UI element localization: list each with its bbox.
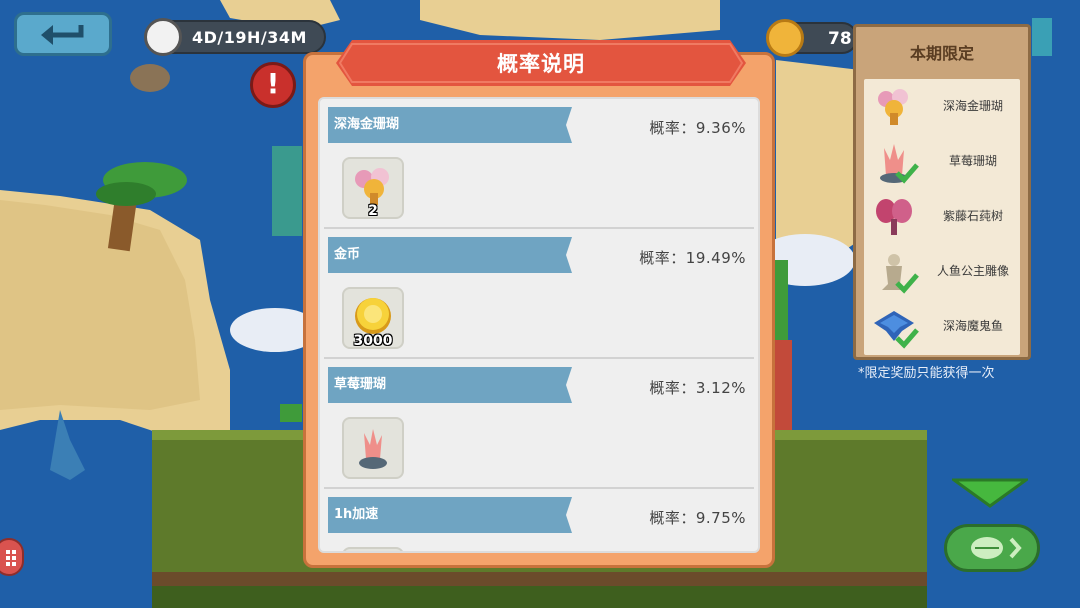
- dialog-title: 概率说明: [497, 52, 585, 76]
- timer-text: 4D/19H/34M: [192, 28, 307, 47]
- alert-icon[interactable]: !: [250, 62, 296, 108]
- limited-item-name: 人鱼公主雕像: [936, 264, 1009, 278]
- event-timer: 4D/19H/34M: [144, 18, 326, 56]
- limited-item[interactable]: 深海魔鬼鱼: [864, 299, 1020, 354]
- row-banner: [328, 237, 572, 273]
- item-name: 草莓珊瑚: [334, 377, 387, 392]
- item-probability: 概率：3.12%: [649, 379, 746, 397]
- item-name: 1h加速: [334, 507, 379, 522]
- item-probability: 概率：9.75%: [649, 509, 746, 527]
- item-probability: 概率：9.36%: [649, 119, 746, 137]
- probability-dialog: 深海金珊瑚 概率：9.36% 2 金币 概率：19.49% 3000 草莓珊瑚 …: [303, 52, 775, 568]
- limited-item-name: 草莓珊瑚: [948, 154, 997, 168]
- list-item: 1h加速 概率：9.75%: [320, 489, 758, 553]
- purple-tree-icon: [876, 199, 912, 235]
- strawberry-coral-icon: [359, 429, 387, 469]
- clock-icon: [144, 18, 182, 56]
- item-tile[interactable]: 2: [342, 157, 404, 219]
- back-button[interactable]: [14, 12, 112, 56]
- back-arrow-icon: [41, 25, 84, 45]
- leaf-icon: [971, 537, 1022, 559]
- item-tile[interactable]: [342, 417, 404, 479]
- limited-item[interactable]: 草莓珊瑚: [864, 134, 1020, 189]
- item-name: 深海金珊瑚: [334, 117, 400, 132]
- limited-item-name: 深海魔鬼鱼: [942, 319, 1003, 333]
- limited-item-name: 紫藤石莼树: [942, 209, 1003, 223]
- item-tile[interactable]: [342, 547, 404, 553]
- probability-list[interactable]: 深海金珊瑚 概率：9.36% 2 金币 概率：19.49% 3000 草莓珊瑚 …: [318, 97, 760, 553]
- check-icon: [895, 328, 919, 349]
- check-icon: [895, 273, 919, 294]
- grid-menu-button[interactable]: [0, 538, 24, 576]
- list-item: 草莓珊瑚 概率：3.12%: [320, 359, 758, 489]
- coin-icon: [766, 19, 804, 57]
- limited-item[interactable]: 人鱼公主雕像: [864, 244, 1020, 299]
- limited-title: 本期限定: [909, 44, 974, 63]
- item-quantity: 3000: [353, 333, 393, 349]
- item-quantity: 2: [368, 203, 378, 219]
- limited-item[interactable]: 深海金珊瑚: [864, 79, 1020, 134]
- speedup-icon: [344, 549, 402, 553]
- limited-item-name: 深海金珊瑚: [942, 99, 1003, 113]
- limited-rewards-panel: 本期限定 深海金珊瑚 草莓珊瑚 紫藤石莼树 人鱼公主雕像 深海魔鬼鱼: [853, 24, 1031, 360]
- gold-coral-icon: [878, 89, 908, 125]
- limited-list: 深海金珊瑚 草莓珊瑚 紫藤石莼树 人鱼公主雕像 深海魔鬼鱼: [864, 79, 1020, 355]
- grid-icon: [6, 550, 16, 566]
- leaf-button[interactable]: [944, 524, 1040, 572]
- item-name: 金币: [334, 247, 361, 262]
- limited-note: *限定奖励只能获得一次: [858, 366, 995, 381]
- item-tile[interactable]: 3000: [342, 287, 404, 349]
- list-item: 深海金珊瑚 概率：9.36% 2: [320, 99, 758, 229]
- coin-count: 78: [828, 29, 852, 49]
- item-probability: 概率：19.49%: [639, 249, 746, 267]
- list-item: 金币 概率：19.49% 3000: [320, 229, 758, 359]
- limited-item[interactable]: 紫藤石莼树: [864, 189, 1020, 244]
- chevron-down-icon[interactable]: [952, 478, 1028, 508]
- check-icon: [895, 163, 919, 184]
- coin-counter: 78: [766, 19, 858, 57]
